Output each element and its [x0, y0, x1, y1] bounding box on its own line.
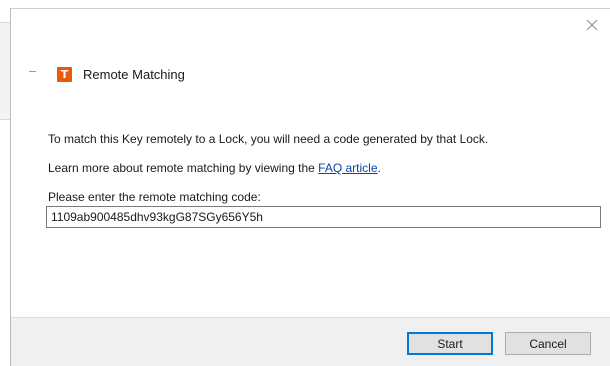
dialog-footer: Start Cancel — [11, 317, 610, 366]
remote-matching-dialog: T Remote Matching To match this Key remo… — [10, 8, 610, 366]
screen: T Remote Matching To match this Key remo… — [0, 0, 610, 366]
close-icon — [586, 19, 598, 31]
code-prompt-label: Please enter the remote matching code: — [48, 190, 261, 204]
faq-text: Learn more about remote matching by view… — [48, 161, 381, 175]
instruction-text: To match this Key remotely to a Lock, yo… — [48, 132, 489, 146]
minimize-dash — [29, 71, 36, 72]
app-logo-icon: T — [57, 66, 72, 82]
close-button[interactable] — [584, 17, 600, 33]
faq-text-prefix: Learn more about remote matching by view… — [48, 161, 319, 175]
start-button[interactable]: Start — [407, 332, 493, 355]
dialog-header: T Remote Matching — [57, 65, 185, 83]
remote-matching-code-input[interactable] — [46, 206, 601, 228]
cancel-button[interactable]: Cancel — [505, 332, 591, 355]
faq-article-link[interactable]: FAQ article — [318, 161, 377, 175]
faq-text-suffix: . — [377, 161, 381, 175]
dialog-title: Remote Matching — [83, 66, 185, 82]
